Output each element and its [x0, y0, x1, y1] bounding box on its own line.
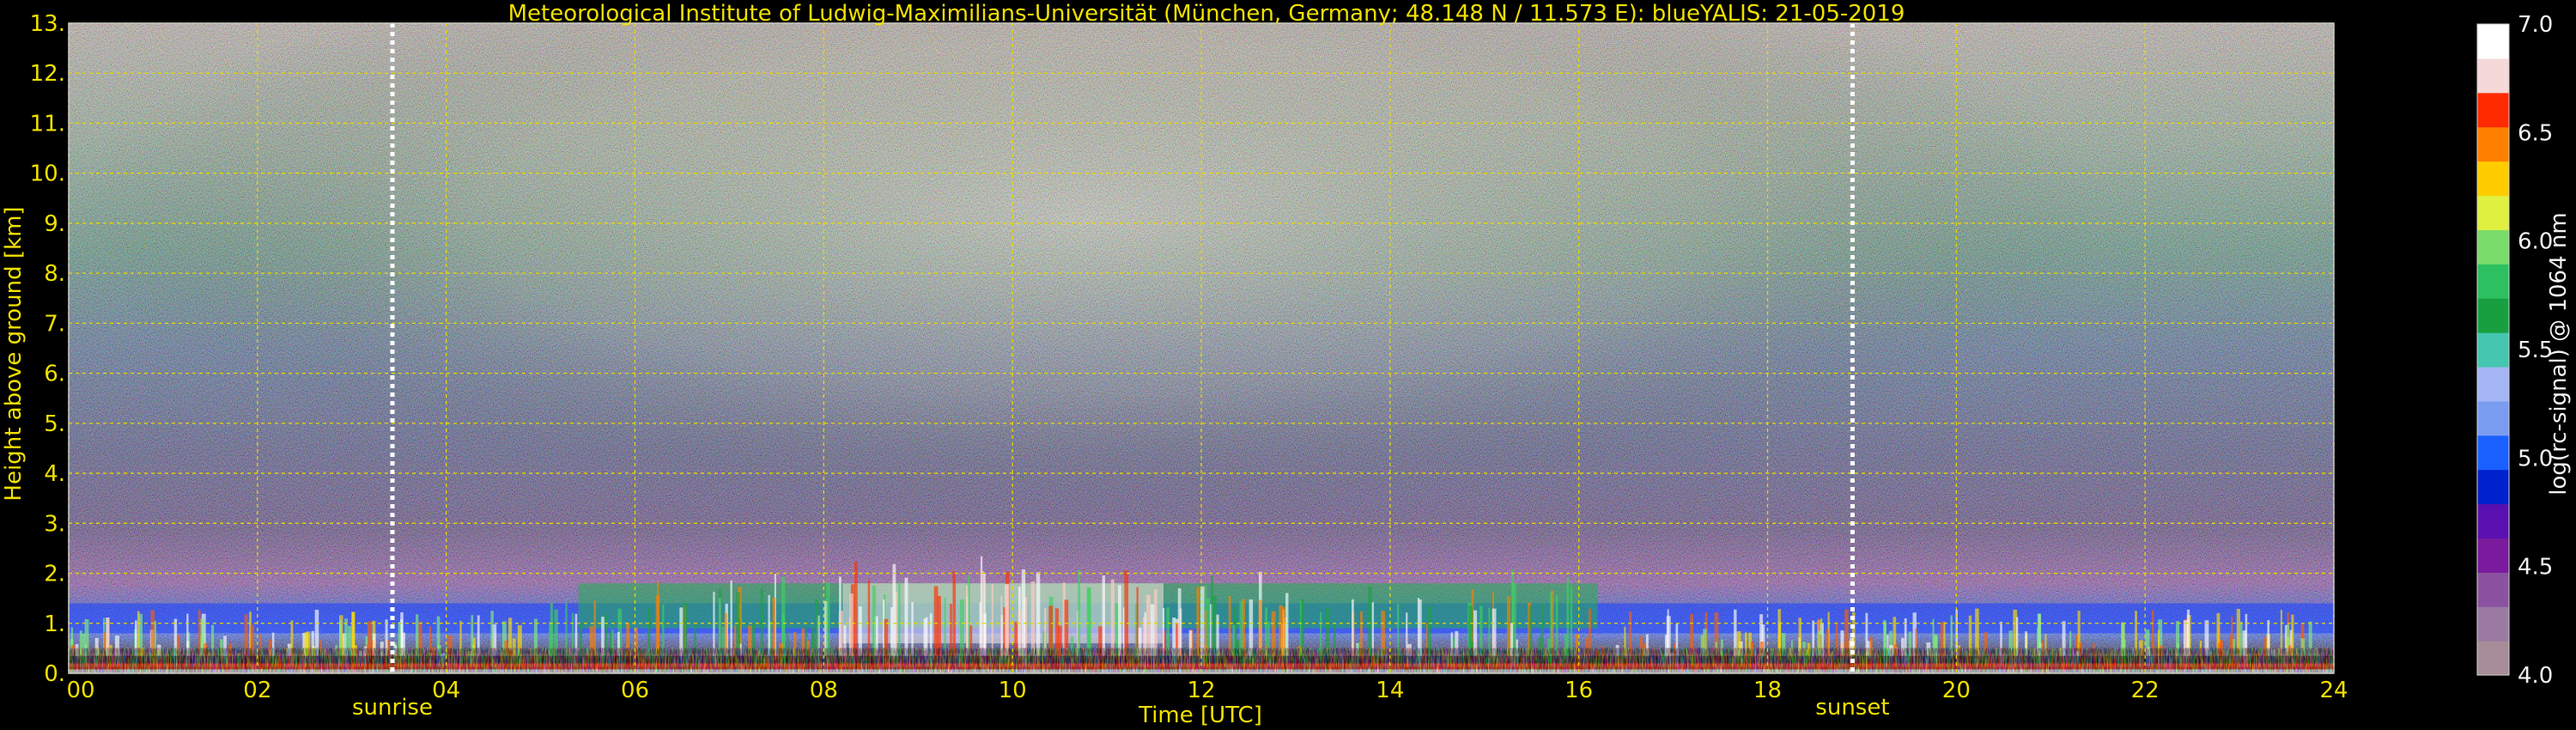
- x-tick-label: 00: [66, 678, 94, 703]
- x-tick-label: 12: [1187, 678, 1215, 703]
- x-tick-label: 08: [810, 678, 838, 703]
- colorbar-swatch: [2477, 126, 2509, 162]
- chart-title: Meteorological Institute of Ludwig-Maxim…: [508, 1, 1905, 27]
- y-tick-label: 12.: [30, 61, 65, 87]
- colorbar-swatch: [2477, 435, 2509, 471]
- x-tick-label: 06: [621, 678, 649, 703]
- colorbar-swatch: [2477, 469, 2509, 505]
- colorbar-tick-label: 4.0: [2518, 663, 2553, 689]
- y-tick-label: 0.: [44, 661, 65, 687]
- colorbar-swatch: [2477, 572, 2509, 607]
- colorbar-swatch: [2477, 264, 2509, 299]
- x-tick-label: 18: [1753, 678, 1782, 703]
- y-tick-label: 11.: [30, 111, 65, 137]
- colorbar-swatch: [2477, 298, 2509, 333]
- colorbar: 4.04.55.05.56.06.57.0: [2476, 12, 2553, 689]
- colorbar-swatch: [2477, 538, 2509, 573]
- colorbar-swatch: [2477, 161, 2509, 197]
- y-tick-label: 13.: [30, 11, 65, 37]
- colorbar-swatch: [2477, 332, 2509, 368]
- colorbar-swatch: [2477, 606, 2509, 642]
- colorbar-swatch: [2477, 92, 2509, 128]
- colorbar-swatch: [2477, 195, 2509, 230]
- x-tick-label: 04: [432, 678, 460, 703]
- x-tick-label: 22: [2131, 678, 2160, 703]
- y-tick-label: 9.: [44, 211, 65, 237]
- y-tick-label: 10.: [30, 161, 65, 187]
- x-tick-label: 16: [1564, 678, 1593, 703]
- y-tick-label: 5.: [44, 411, 65, 437]
- colorbar-swatch: [2477, 229, 2509, 265]
- x-tick-label: 14: [1376, 678, 1404, 703]
- lidar-quicklook-chart: sunrise sunset 00 02 04 06 08 10 12 14 16 18 20 22 24…: [1, 1, 2572, 728]
- y-tick-label: 4.: [44, 461, 65, 487]
- y-tick-label: 6.: [44, 362, 65, 387]
- y-tick-label: 1.: [44, 611, 65, 637]
- x-tick-label: 02: [243, 678, 271, 703]
- colorbar-swatch: [2477, 58, 2509, 94]
- colorbar-swatch: [2477, 400, 2509, 436]
- y-tick-label: 3.: [44, 511, 65, 537]
- x-tick-label: 20: [1942, 678, 1971, 703]
- sun-marker-label: sunset: [1815, 695, 1889, 721]
- x-tick-label: 10: [999, 678, 1027, 703]
- y-tick-label: 2.: [44, 562, 65, 587]
- sun-marker-label: sunrise: [352, 695, 433, 721]
- colorbar-swatch: [2477, 24, 2509, 59]
- y-tick-label: 7.: [44, 311, 65, 337]
- y-axis-label: Height above ground [km]: [1, 206, 27, 501]
- colorbar-swatch: [2477, 641, 2509, 676]
- colorbar-label: log(rc-signal) @ 1064 nm: [2546, 212, 2572, 495]
- colorbar-swatch: [2477, 503, 2509, 539]
- colorbar-swatch: [2477, 366, 2509, 402]
- y-tick-label: 8.: [44, 261, 65, 287]
- colorbar-tick-label: 6.5: [2518, 120, 2553, 146]
- colorbar-tick-label: 7.0: [2518, 12, 2553, 38]
- colorbar-tick-label: 4.5: [2518, 555, 2553, 581]
- x-tick-label: 24: [2319, 678, 2348, 703]
- x-axis-label: Time [UTC]: [1138, 703, 1262, 728]
